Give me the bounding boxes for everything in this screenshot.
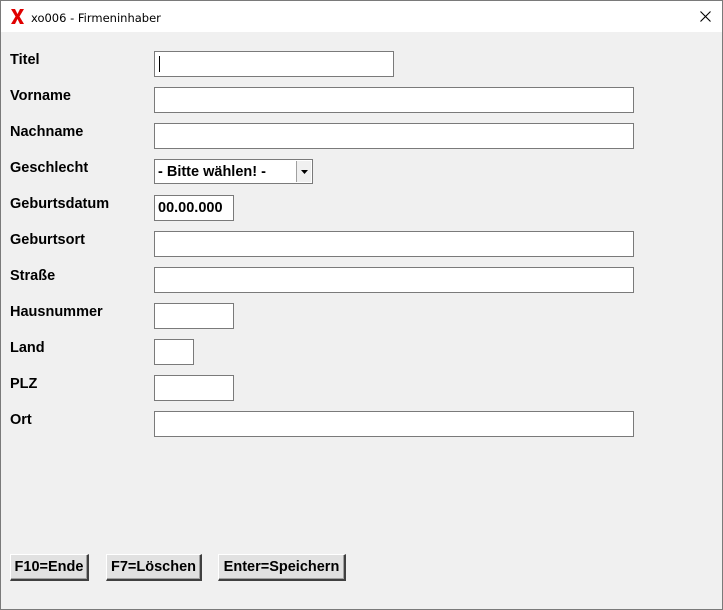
plz-field[interactable] bbox=[154, 375, 234, 401]
geschlecht-label: Geschlecht bbox=[10, 160, 89, 176]
geburtsdatum-value: 00.00.000 bbox=[158, 200, 223, 216]
hausnummer-label: Hausnummer bbox=[10, 304, 103, 320]
vorname-field[interactable] bbox=[154, 87, 634, 113]
titel-label: Titel bbox=[10, 52, 40, 68]
nachname-label: Nachname bbox=[10, 124, 84, 140]
geburtsort-label: Geburtsort bbox=[10, 232, 85, 248]
strasse-label: Straße bbox=[10, 268, 56, 284]
geburtsdatum-field[interactable]: 00.00.000 bbox=[154, 195, 234, 221]
red-x-icon bbox=[10, 8, 25, 25]
land-field[interactable] bbox=[154, 339, 194, 365]
geschlecht-select[interactable]: - Bitte wählen! - bbox=[154, 159, 313, 184]
title-bar[interactable]: xo006 - Firmeninhaber bbox=[1, 1, 722, 32]
ort-field[interactable] bbox=[154, 411, 634, 437]
nachname-field[interactable] bbox=[154, 123, 634, 149]
chevron-down-icon bbox=[300, 169, 308, 174]
geburtsort-field[interactable] bbox=[154, 231, 634, 257]
dialog-window: xo006 - Firmeninhaber Titel Vorname Nach… bbox=[0, 0, 723, 610]
window-title: xo006 - Firmeninhaber bbox=[31, 11, 161, 25]
geburtsdatum-label: Geburtsdatum bbox=[10, 196, 110, 212]
close-icon bbox=[700, 11, 711, 22]
land-label: Land bbox=[10, 340, 45, 356]
text-caret bbox=[159, 56, 160, 72]
vorname-label: Vorname bbox=[10, 88, 71, 104]
plz-label: PLZ bbox=[10, 376, 38, 392]
dropdown-arrow-button[interactable] bbox=[296, 161, 311, 182]
strasse-field[interactable] bbox=[154, 267, 634, 293]
ort-label: Ort bbox=[10, 412, 32, 428]
hausnummer-field[interactable] bbox=[154, 303, 234, 329]
geschlecht-selected-value: - Bitte wählen! - bbox=[158, 164, 266, 180]
ende-button[interactable]: F10=Ende bbox=[10, 554, 89, 581]
loeschen-button[interactable]: F7=Löschen bbox=[106, 554, 202, 581]
speichern-button[interactable]: Enter=Speichern bbox=[218, 554, 346, 581]
titel-field[interactable] bbox=[154, 51, 394, 77]
close-button[interactable] bbox=[689, 1, 722, 32]
